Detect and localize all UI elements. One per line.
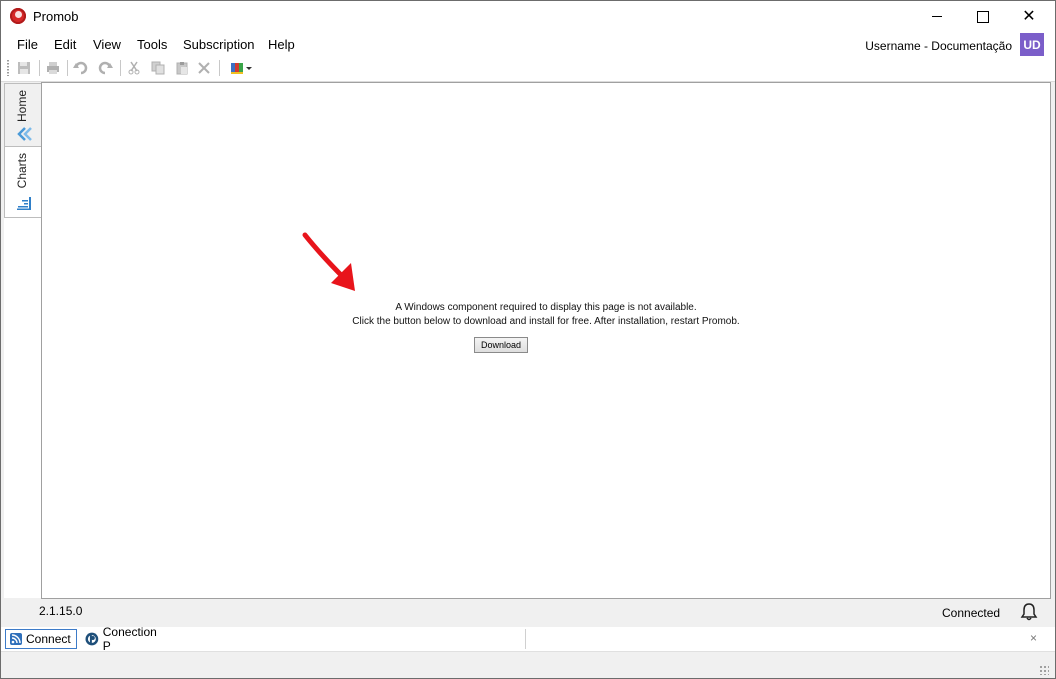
promob-logo-icon xyxy=(85,632,99,646)
cut-button[interactable] xyxy=(125,59,143,77)
print-button[interactable] xyxy=(44,59,62,77)
toolbar-separator xyxy=(39,60,40,76)
close-button[interactable]: ✕ xyxy=(1006,1,1052,32)
tab-connect-label: Connect xyxy=(26,632,71,646)
copy-icon xyxy=(151,61,165,75)
menu-tools[interactable]: Tools xyxy=(137,37,167,52)
theme-color-icon xyxy=(231,63,252,74)
status-strip xyxy=(1,651,1055,678)
title-bar: Promob ✕ xyxy=(1,1,1055,32)
promob-app-icon xyxy=(10,8,26,24)
app-window: Promob ✕ File Edit View Tools Subscripti… xyxy=(0,0,1056,679)
toolbar xyxy=(1,56,1055,82)
bottom-panel-tabs: Connect Conection P × xyxy=(1,625,1055,653)
undo-icon xyxy=(73,61,88,75)
maximize-icon xyxy=(977,10,989,23)
version-label: 2.1.15.0 xyxy=(39,604,83,618)
charts-icon xyxy=(17,197,31,210)
avatar[interactable]: UD xyxy=(1020,33,1044,57)
side-tab-strip: Home Charts xyxy=(4,83,43,598)
cut-icon xyxy=(128,61,140,75)
menu-edit[interactable]: Edit xyxy=(54,37,76,52)
paste-icon xyxy=(176,62,188,75)
save-button[interactable] xyxy=(15,59,33,77)
maximize-button[interactable] xyxy=(960,1,1006,32)
menu-view[interactable]: View xyxy=(93,37,121,52)
undo-button[interactable] xyxy=(72,59,90,77)
download-button[interactable]: Download xyxy=(474,337,528,353)
error-message-line1: A Windows component required to display … xyxy=(395,302,697,313)
minimize-icon xyxy=(932,16,942,17)
tab-conection-p[interactable]: Conection P xyxy=(81,625,171,653)
panel-divider xyxy=(525,629,526,649)
toolbar-separator xyxy=(219,60,220,76)
print-icon xyxy=(47,62,59,74)
tab-home-label: Home xyxy=(15,90,29,123)
panel-close-icon[interactable]: × xyxy=(1030,631,1037,645)
minimize-button[interactable] xyxy=(914,1,960,32)
menu-subscription[interactable]: Subscription xyxy=(183,37,255,52)
home-chevrons-icon xyxy=(17,127,32,141)
tab-charts[interactable]: Charts xyxy=(4,146,42,218)
tab-connect[interactable]: Connect xyxy=(5,629,77,649)
delete-icon xyxy=(198,62,210,74)
close-icon: ✕ xyxy=(1022,7,1036,25)
tab-conection-label: Conection P xyxy=(102,625,157,653)
tab-charts-label: Charts xyxy=(15,153,29,189)
toolbar-separator xyxy=(67,60,68,76)
redo-icon xyxy=(98,61,113,75)
rss-icon xyxy=(10,633,22,645)
tab-home[interactable]: Home xyxy=(4,83,43,147)
save-icon xyxy=(18,62,30,74)
window-title: Promob xyxy=(33,9,79,24)
redo-button[interactable] xyxy=(96,59,114,77)
error-message-line2: Click the button below to download and i… xyxy=(352,316,740,327)
resize-grip[interactable] xyxy=(1039,665,1049,675)
red-arrow-annotation xyxy=(302,232,355,291)
connection-status: Connected xyxy=(942,606,1001,620)
toolbar-separator xyxy=(120,60,121,76)
toolbar-grip[interactable] xyxy=(7,60,9,76)
menu-help[interactable]: Help xyxy=(268,37,295,52)
menu-file[interactable]: File xyxy=(17,37,38,52)
bell-icon[interactable] xyxy=(1019,602,1039,622)
theme-color-dropdown[interactable] xyxy=(229,59,255,77)
content-panel: A Windows component required to display … xyxy=(41,82,1051,599)
paste-button[interactable] xyxy=(173,59,191,77)
delete-button[interactable] xyxy=(195,59,213,77)
menu-bar: File Edit View Tools Subscription Help U… xyxy=(1,32,1055,57)
username-label[interactable]: Username - Documentação xyxy=(865,39,1012,53)
copy-button[interactable] xyxy=(149,59,167,77)
